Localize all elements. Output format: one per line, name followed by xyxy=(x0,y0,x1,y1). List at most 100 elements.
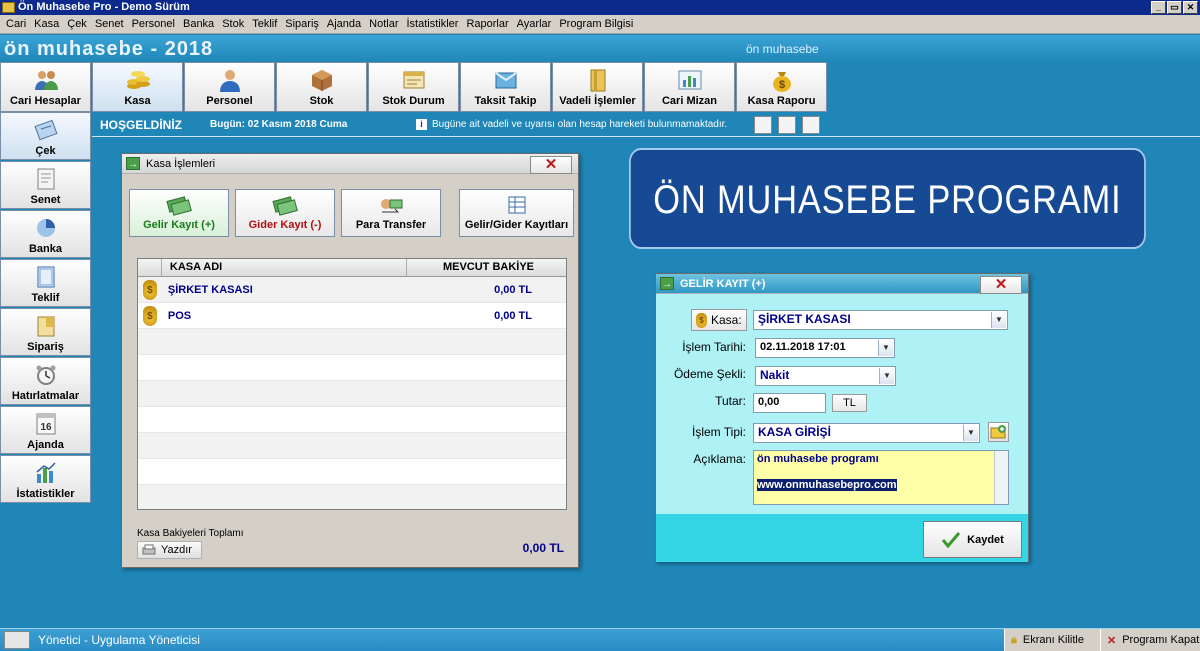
print-button[interactable]: Yazdır xyxy=(137,541,202,559)
sidebar-item-hatirlatmalar[interactable]: Hatırlatmalar xyxy=(0,357,91,405)
kasa-close-button[interactable]: ✕ xyxy=(530,156,572,174)
toolbar-label: Personel xyxy=(206,95,253,107)
table-row[interactable]: $ ŞİRKET KASASI 0,00 TL xyxy=(138,277,566,303)
currency-button[interactable]: TL xyxy=(832,394,867,412)
column-mevcut-bakiye[interactable]: MEVCUT BAKİYE xyxy=(407,259,566,276)
menu-raporlar[interactable]: Raporlar xyxy=(462,16,512,33)
toolbar-cari-mizan-button[interactable]: Cari Mizan xyxy=(644,62,735,112)
money-bag-icon: $ xyxy=(142,279,157,300)
menu-istatistikler[interactable]: İstatistikler xyxy=(403,16,463,33)
save-button[interactable]: Kaydet xyxy=(923,521,1022,558)
bank-pie-icon xyxy=(36,219,55,237)
total-label: Kasa Bakiyeleri Toplamı xyxy=(137,528,244,539)
sidebar-item-label: Çek xyxy=(35,145,56,157)
notes-icon[interactable] xyxy=(754,116,772,134)
para-transfer-button[interactable]: Para Transfer xyxy=(341,189,441,237)
table-row[interactable]: $ POS 0,00 TL xyxy=(138,303,566,329)
menu-siparis[interactable]: Sipariş xyxy=(281,16,323,33)
lock-screen-button[interactable]: 🔒︎ Ekranı Kilitle xyxy=(1004,629,1100,651)
status-bar: Yönetici - Uygulama Yöneticisi 🔒︎ Ekranı… xyxy=(0,628,1200,651)
menu-teklif[interactable]: Teklif xyxy=(248,16,281,33)
calendar-icon: 16 xyxy=(36,413,55,435)
menu-notlar[interactable]: Notlar xyxy=(365,16,402,33)
toolbar-personel-button[interactable]: Personel xyxy=(184,62,275,112)
menu-program-bilgisi[interactable]: Program Bilgisi xyxy=(555,16,637,33)
sidebar-item-ajanda[interactable]: 16 Ajanda xyxy=(0,406,91,454)
toolbar-label: Vadeli İşlemler xyxy=(559,95,636,107)
chevron-down-icon: ▼ xyxy=(879,368,894,384)
money-in-icon xyxy=(166,196,192,216)
toolbar-stok-durum-button[interactable]: Stok Durum xyxy=(368,62,459,112)
printer-icon xyxy=(142,544,156,555)
menu-personel[interactable]: Personel xyxy=(128,16,179,33)
sidebar-item-banka[interactable]: Banka xyxy=(0,210,91,258)
order-icon xyxy=(37,316,54,337)
document-icon[interactable] xyxy=(778,116,796,134)
textarea-scrollbar[interactable] xyxy=(994,451,1008,504)
menu-banka[interactable]: Banka xyxy=(179,16,218,33)
menu-kasa[interactable]: Kasa xyxy=(30,16,63,33)
toolbar-stok-button[interactable]: Stok xyxy=(276,62,367,112)
toolbar-vadeli-islemler-button[interactable]: Vadeli İşlemler xyxy=(552,62,643,112)
gider-kayit-label: Gider Kayıt (-) xyxy=(248,219,322,231)
kasa-window-title: Kasa İşlemleri xyxy=(146,157,216,170)
toolbar-kasa-raporu-button[interactable]: $ Kasa Raporu xyxy=(736,62,827,112)
menu-senet[interactable]: Senet xyxy=(91,16,128,33)
today-date: Bugün: 02 Kasım 2018 Cuma xyxy=(210,119,348,130)
empty-row xyxy=(138,459,566,485)
kasa-select-button[interactable]: $ Kasa: xyxy=(691,309,747,331)
column-kasa-adi[interactable]: KASA ADI xyxy=(162,259,407,276)
sidebar-item-label: Banka xyxy=(28,243,63,255)
type-dropdown[interactable]: KASA GİRİŞİ ▼ xyxy=(753,423,980,443)
lock-screen-label: Ekranı Kilitle xyxy=(1022,634,1084,646)
menu-bar: Cari Kasa Çek Senet Personel Banka Stok … xyxy=(0,15,1200,34)
gelir-kayit-button[interactable]: Gelir Kayıt (+) xyxy=(129,189,229,237)
gider-kayit-button[interactable]: Gider Kayıt (-) xyxy=(235,189,335,237)
toolbar-label: Kasa Raporu xyxy=(747,95,816,107)
type-field-label: İşlem Tipi: xyxy=(691,425,746,439)
empty-row xyxy=(138,381,566,407)
add-folder-icon xyxy=(990,425,1006,439)
sidebar-item-siparis[interactable]: Sipariş xyxy=(0,308,91,356)
sidebar-item-senet[interactable]: Senet xyxy=(0,161,91,209)
kasa-balance-cell: 0,00 TL xyxy=(494,283,532,296)
check-icon xyxy=(34,119,57,141)
window-arrow-icon: → xyxy=(660,277,674,290)
menu-ajanda[interactable]: Ajanda xyxy=(323,16,365,33)
gelir-gider-kayitlari-button[interactable]: Gelir/Gider Kayıtları xyxy=(459,189,574,237)
calculator-icon[interactable] xyxy=(802,116,820,134)
gelir-close-button[interactable]: ✕ xyxy=(980,276,1022,294)
sidebar-item-teklif[interactable]: Teklif xyxy=(0,259,91,307)
stock-status-icon xyxy=(403,71,424,89)
info-icon: i xyxy=(416,119,427,130)
description-textarea[interactable]: ön muhasebe programı www.onmuhasebepro.c… xyxy=(753,450,1009,505)
close-program-button[interactable]: ✕ Programı Kapat xyxy=(1100,629,1200,651)
payment-value: Nakit xyxy=(760,368,790,382)
svg-text:16: 16 xyxy=(40,422,52,433)
window-arrow-icon: → xyxy=(126,157,140,170)
menu-ayarlar[interactable]: Ayarlar xyxy=(513,16,556,33)
date-picker[interactable]: 02.11.2018 17:01 ▼ xyxy=(755,338,895,358)
minimize-button[interactable]: _ xyxy=(1151,1,1166,14)
toolbar-cari-hesaplar-button[interactable]: Cari Hesaplar xyxy=(0,62,91,112)
sidebar-item-istatistikler[interactable]: İstatistikler xyxy=(0,455,91,503)
menu-cek[interactable]: Çek xyxy=(63,16,91,33)
close-window-button[interactable]: ✕ xyxy=(1183,1,1198,14)
bar-chart-icon xyxy=(36,462,56,483)
chevron-down-icon: ▼ xyxy=(991,312,1006,328)
amount-field-label: Tutar: xyxy=(715,394,746,408)
add-type-button[interactable] xyxy=(988,422,1009,442)
alarm-clock-icon xyxy=(36,365,55,385)
sidebar-item-cek[interactable]: Çek xyxy=(0,112,91,160)
payment-dropdown[interactable]: Nakit ▼ xyxy=(755,366,896,386)
menu-cari[interactable]: Cari xyxy=(2,16,30,33)
amount-input[interactable]: 0,00 xyxy=(753,393,826,413)
restore-button[interactable]: ▭ xyxy=(1167,1,1182,14)
menu-stok[interactable]: Stok xyxy=(218,16,248,33)
kasa-table: KASA ADI MEVCUT BAKİYE $ ŞİRKET KASASI 0… xyxy=(137,258,567,510)
kasa-dropdown[interactable]: ŞİRKET KASASI ▼ xyxy=(753,310,1008,330)
program-banner: ÖN MUHASEBE PROGRAMI xyxy=(629,148,1146,249)
toolbar-taksit-takip-button[interactable]: Taksit Takip xyxy=(460,62,551,112)
main-toolbar: Cari Hesaplar Kasa Personel Stok Stok Du… xyxy=(0,62,828,112)
toolbar-kasa-button[interactable]: Kasa xyxy=(92,62,183,112)
